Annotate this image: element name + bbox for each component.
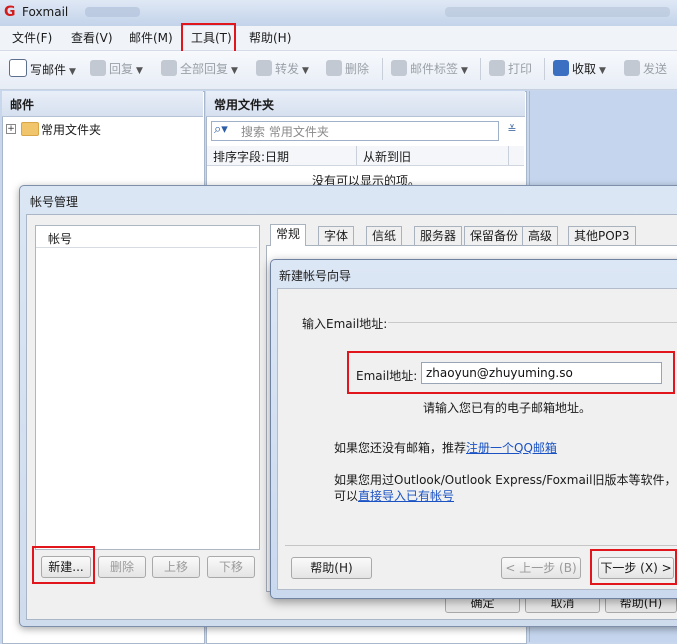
search-placeholder: 搜索 常用文件夹 xyxy=(241,125,329,139)
search-icon[interactable]: ⌕▾ xyxy=(214,122,232,138)
forward-label: 转发 xyxy=(275,62,300,76)
receive-label: 收取 xyxy=(572,62,597,76)
chevron-down-icon[interactable]: ▼ xyxy=(461,66,468,76)
quick-access-icons[interactable] xyxy=(85,7,140,17)
tab-font[interactable]: 字体 xyxy=(318,226,355,245)
highlight-email-field xyxy=(347,351,675,394)
send-label: 发送 xyxy=(643,62,668,76)
reply-all-icon xyxy=(161,60,177,76)
expand-icon[interactable]: + xyxy=(6,124,16,134)
double-chevron-down-icon[interactable]: ≚ xyxy=(503,121,521,139)
send-button[interactable]: 发送 xyxy=(624,59,667,79)
receive-icon xyxy=(553,60,569,76)
print-button[interactable]: 打印 xyxy=(489,59,532,79)
reply-icon xyxy=(90,60,106,76)
tab-server[interactable]: 服务器 xyxy=(414,226,463,245)
foxmail-logo-icon: G xyxy=(4,4,16,20)
chevron-down-icon[interactable]: ▼ xyxy=(302,66,309,76)
toolbar-separator xyxy=(480,58,481,80)
chevron-down-icon[interactable]: ▼ xyxy=(69,67,76,77)
wizard-footer-divider xyxy=(285,545,677,546)
compose-button[interactable]: 写邮件 ▼ xyxy=(9,59,76,79)
wizard-help-button[interactable]: 帮助(H) xyxy=(291,557,372,579)
email-hint: 请输入您已有的电子邮箱地址。 xyxy=(423,401,592,415)
folder-icon xyxy=(21,122,39,136)
sort-order-header[interactable]: 从新到旧 xyxy=(363,148,411,165)
toolbar-separator xyxy=(544,58,545,80)
window-caption-blurred xyxy=(445,7,670,17)
delete-icon xyxy=(326,60,342,76)
menu-file[interactable]: 文件(F) xyxy=(12,30,52,46)
delete-button[interactable]: 删除 xyxy=(326,59,369,79)
column-divider[interactable] xyxy=(356,146,357,165)
column-divider[interactable] xyxy=(508,146,509,165)
move-up-button[interactable]: 上移 xyxy=(152,556,200,578)
chevron-down-icon[interactable]: ▼ xyxy=(231,66,238,76)
folder-pane-title: 邮件 xyxy=(10,98,35,112)
receive-button[interactable]: 收取 ▼ xyxy=(553,59,606,79)
forward-button[interactable]: 转发 ▼ xyxy=(256,59,309,79)
sort-field-header[interactable]: 排序字段:日期 xyxy=(213,148,289,165)
import-text-line1: 如果您用过Outlook/Outlook Express/Foxmail旧版本等… xyxy=(334,473,677,487)
menu-view[interactable]: 查看(V) xyxy=(71,30,113,46)
import-text-line2: 可以直接导入已有帐号 xyxy=(334,487,454,504)
toolbar-separator xyxy=(382,58,383,80)
tab-backup[interactable]: 保留备份 xyxy=(464,226,525,245)
import-prefix: 可以 xyxy=(334,489,359,503)
no-account-prefix: 如果您还没有邮箱，推荐 xyxy=(334,441,467,455)
print-label: 打印 xyxy=(508,62,533,76)
reply-all-label: 全部回复 xyxy=(180,62,229,76)
tab-other-pop3[interactable]: 其他POP3 xyxy=(568,226,636,245)
highlight-menu-tools xyxy=(181,23,236,53)
email-group-label: 输入Email地址: xyxy=(302,317,388,331)
compose-icon xyxy=(9,59,27,77)
forward-icon xyxy=(256,60,272,76)
tag-label: 邮件标签 xyxy=(410,62,459,76)
wizard-title: 新建帐号向导 xyxy=(279,269,352,283)
tree-item-common-folders[interactable]: 常用文件夹 xyxy=(41,121,101,138)
compose-label: 写邮件 xyxy=(30,63,67,77)
reply-all-button[interactable]: 全部回复 ▼ xyxy=(161,59,238,79)
delete-account-button[interactable]: 删除 xyxy=(98,556,146,578)
reply-button[interactable]: 回复 ▼ xyxy=(90,59,143,79)
window-title: Foxmail xyxy=(22,5,69,19)
menu-help[interactable]: 帮助(H) xyxy=(249,30,291,46)
tab-general[interactable]: 常规 xyxy=(270,224,307,246)
group-divider xyxy=(388,322,677,323)
account-list[interactable] xyxy=(35,225,260,550)
import-accounts-link[interactable]: 直接导入已有帐号 xyxy=(358,489,454,503)
chevron-down-icon[interactable]: ▼ xyxy=(136,66,143,76)
highlight-next-button xyxy=(590,549,677,585)
register-qq-mail-link[interactable]: 注册一个QQ邮箱 xyxy=(466,441,557,455)
no-account-text: 如果您还没有邮箱，推荐注册一个QQ邮箱 xyxy=(334,439,557,456)
message-list-title: 常用文件夹 xyxy=(214,98,275,112)
tag-button[interactable]: 邮件标签 ▼ xyxy=(391,59,468,79)
back-button[interactable]: < 上一步 (B) xyxy=(501,557,581,579)
send-icon xyxy=(624,60,640,76)
move-down-button[interactable]: 下移 xyxy=(207,556,255,578)
reply-label: 回复 xyxy=(109,62,134,76)
account-column-header[interactable]: 帐号 xyxy=(48,230,72,247)
highlight-new-button xyxy=(32,546,95,584)
tab-advanced[interactable]: 高级 xyxy=(522,226,559,245)
account-manager-title: 帐号管理 xyxy=(30,195,79,209)
printer-icon xyxy=(489,60,505,76)
menu-mail[interactable]: 邮件(M) xyxy=(129,30,173,46)
chevron-down-icon[interactable]: ▼ xyxy=(599,66,606,76)
tag-icon xyxy=(391,60,407,76)
delete-label: 删除 xyxy=(345,62,370,76)
tab-stationery[interactable]: 信纸 xyxy=(366,226,403,245)
